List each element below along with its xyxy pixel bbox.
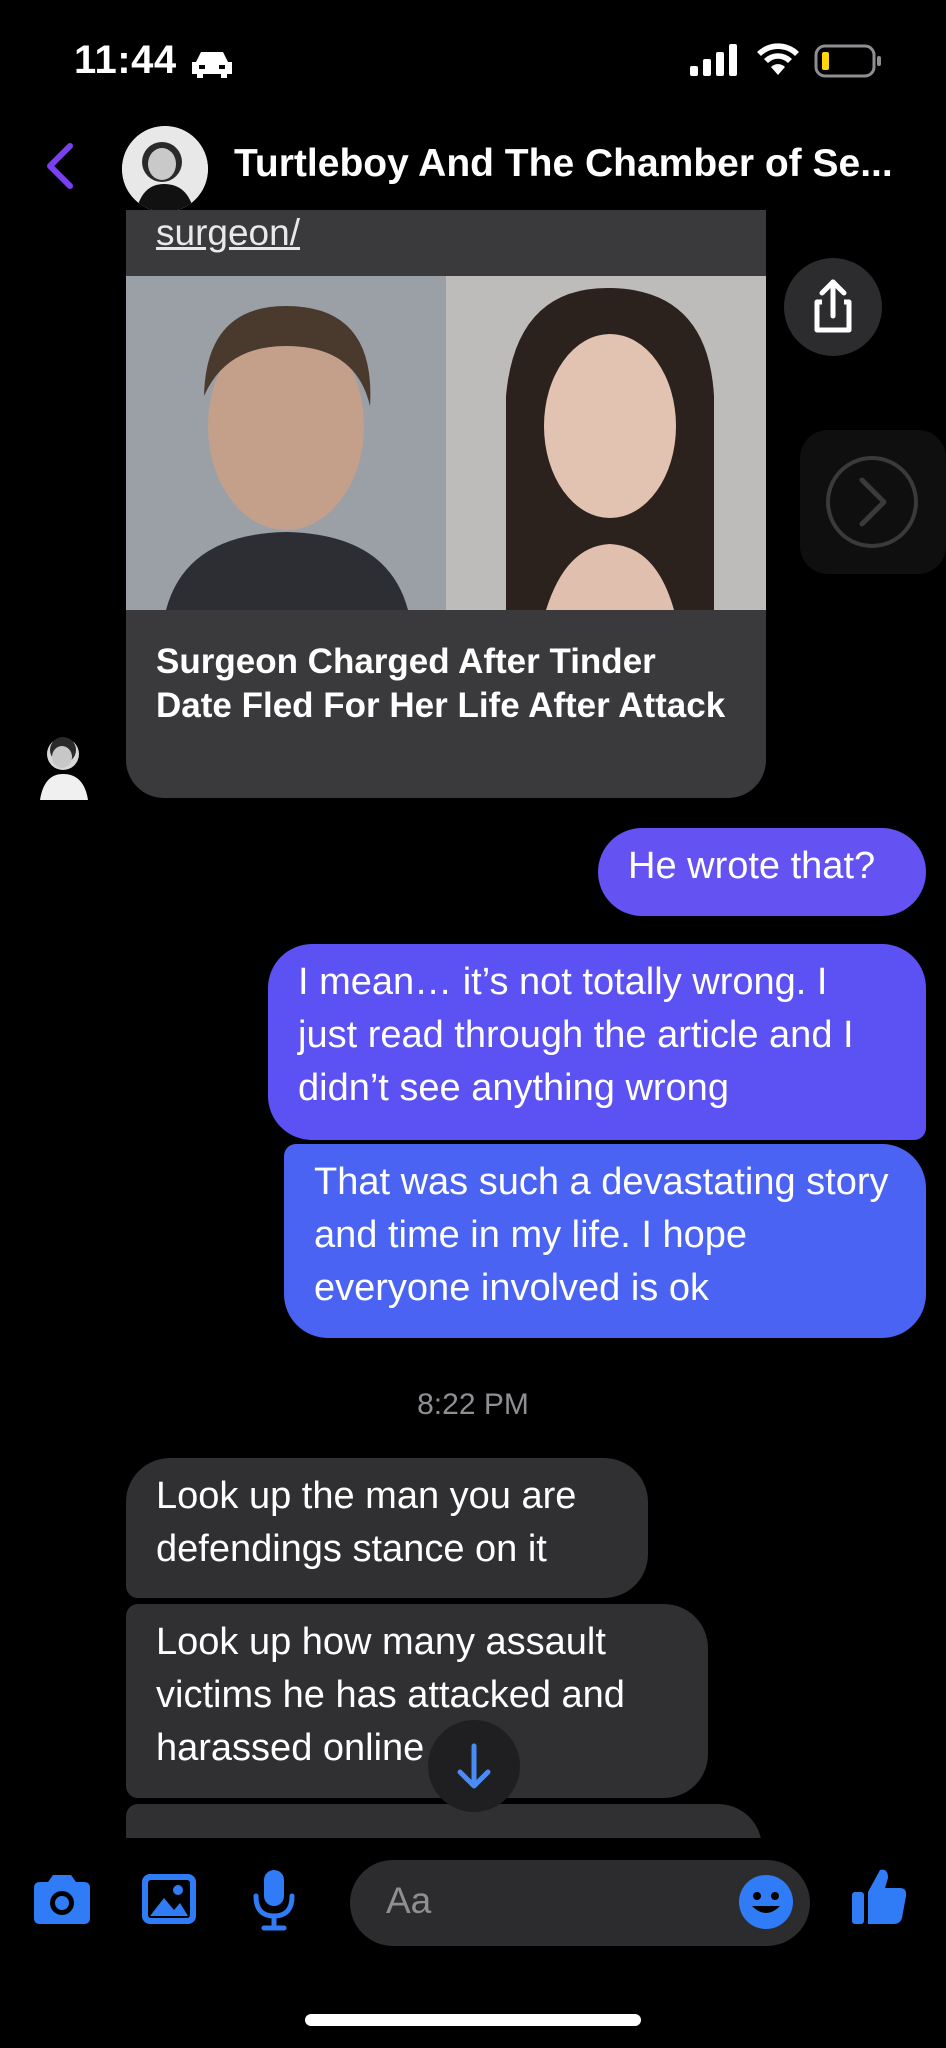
outgoing-message[interactable]: That was such a devastating story and ti…	[284, 1144, 926, 1338]
mugshot-image-man	[126, 276, 446, 610]
thumbs-up-icon[interactable]	[850, 1866, 908, 1926]
microphone-icon[interactable]	[252, 1868, 296, 1932]
conversation-title[interactable]: Turtleboy And The Chamber of Se...	[234, 142, 893, 186]
camera-icon[interactable]	[30, 1872, 94, 1928]
arrow-down-icon	[457, 1743, 491, 1789]
incoming-message[interactable]: Look up how many assault victims he has …	[126, 1604, 708, 1798]
share-icon	[814, 279, 852, 333]
link-url[interactable]: surgeon/	[156, 212, 300, 254]
message-input-placeholder: Aa	[386, 1880, 432, 1921]
link-preview-card[interactable]: Surgeon Charged After Tinder Date Fled F…	[126, 210, 766, 798]
cellular-signal-icon	[690, 44, 737, 76]
wifi-icon	[757, 43, 799, 75]
status-time: 11:44	[74, 38, 177, 82]
outgoing-message[interactable]: He wrote that?	[598, 828, 926, 916]
emoji-icon[interactable]	[738, 1874, 794, 1930]
avatar[interactable]	[122, 126, 208, 212]
battery-low-icon	[814, 44, 881, 78]
photo-icon[interactable]	[140, 1872, 198, 1926]
link-headline: Surgeon Charged After Tinder Date Fled F…	[156, 642, 726, 725]
message-timestamp: 8:22 PM	[417, 1388, 529, 1421]
share-button[interactable]	[784, 258, 882, 356]
chevron-right-icon	[826, 456, 918, 548]
scroll-to-bottom-button[interactable]	[428, 1720, 520, 1812]
outgoing-message[interactable]: I mean… it’s not totally wrong. I just r…	[268, 944, 926, 1140]
next-attachment-button[interactable]	[800, 430, 946, 574]
car-icon	[192, 52, 232, 78]
home-indicator	[305, 2014, 641, 2026]
mugshot-image-woman	[446, 276, 766, 610]
chevron-left-icon[interactable]	[40, 140, 80, 192]
sender-avatar	[40, 737, 88, 800]
incoming-message[interactable]: Look up the man you are defendings stanc…	[126, 1458, 648, 1598]
